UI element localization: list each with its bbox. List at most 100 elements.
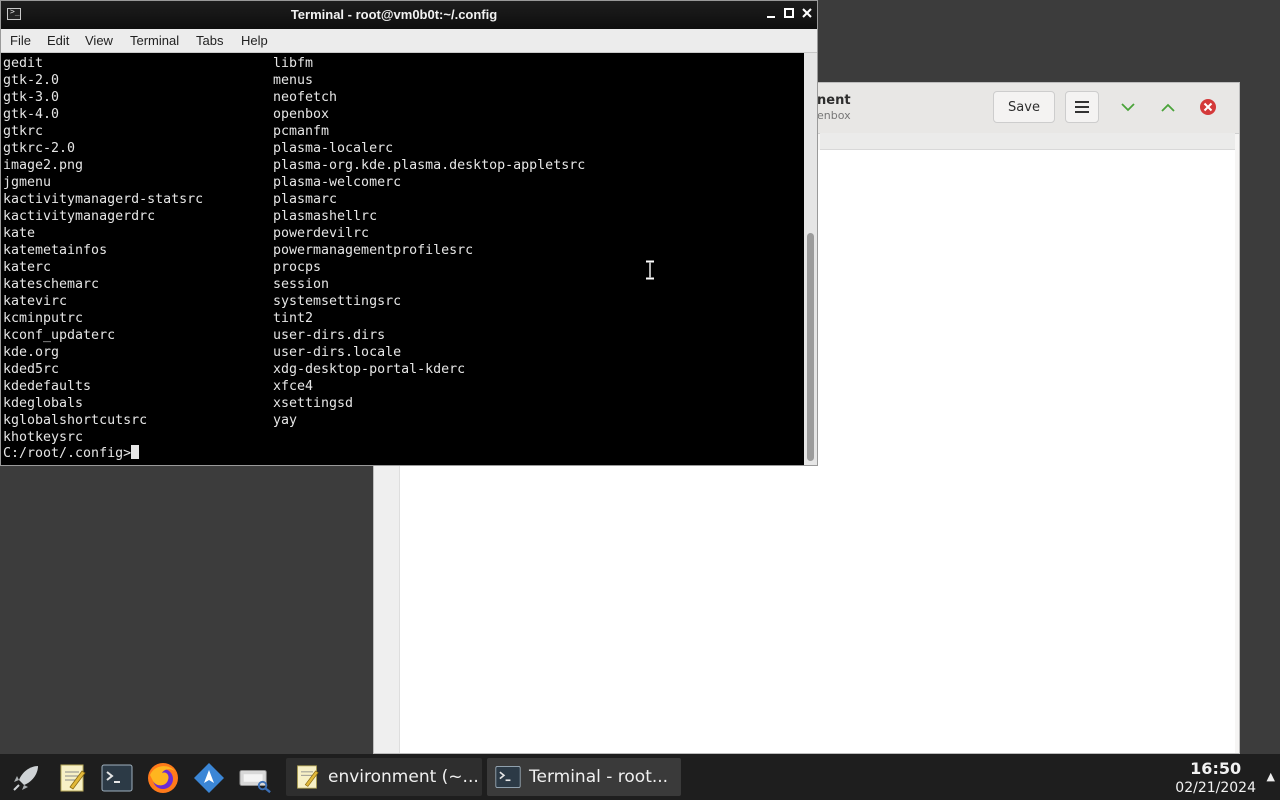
listing-entry: gtk-3.0 <box>3 90 60 105</box>
listing-entry: procps <box>273 260 322 275</box>
listing-entry: openbox <box>273 107 330 122</box>
menu-view[interactable]: View <box>85 33 113 48</box>
listing-entry: session <box>273 277 330 292</box>
software-icon <box>194 763 224 793</box>
terminal-output[interactable]: gedit gtk-2.0 gtk-3.0 gtk-4.0 gtkrc gtkrc-2.0… <box>1 53 804 465</box>
listing-entry: kcminputrc <box>3 311 84 326</box>
listing-column-1: gedit gtk-2.0 gtk-3.0 gtk-4.0 gtkrc gtkrc-2.0… <box>3 55 203 446</box>
text-editor-launcher[interactable] <box>55 761 89 795</box>
listing-entry: xfce4 <box>273 379 314 394</box>
close-icon <box>802 8 812 18</box>
terminal-titlebar[interactable]: >_ Terminal - root@vm0b0t:~/.config <box>1 1 817 29</box>
listing-entry: neofetch <box>273 90 338 105</box>
taskbar-task-environment[interactable]: environment (~... <box>286 758 482 796</box>
terminal-window[interactable]: >_ Terminal - root@vm0b0t:~/.config File… <box>0 0 818 466</box>
gedit-close-button[interactable] <box>1199 98 1217 116</box>
hamburger-icon <box>1075 101 1089 113</box>
listing-entry: gedit <box>3 56 44 71</box>
listing-entry: plasma-org.kde.plasma.desktop-appletsrc <box>273 158 586 173</box>
listing-entry: libfm <box>273 56 314 71</box>
listing-entry: katerc <box>3 260 52 275</box>
text-cursor <box>131 445 140 459</box>
maximize-button[interactable] <box>782 7 796 21</box>
save-button[interactable]: Save <box>993 91 1055 123</box>
listing-entry: khotkeysrc <box>3 430 84 445</box>
screenshot-launcher[interactable] <box>238 761 272 795</box>
software-launcher[interactable] <box>192 761 226 795</box>
scrollbar-thumb[interactable] <box>807 233 814 461</box>
listing-entry: gtkrc <box>3 124 44 139</box>
listing-entry: kactivitymanagerdrc <box>3 209 156 224</box>
tray-expand-icon[interactable]: ▲ <box>1267 770 1275 783</box>
rocket-icon <box>13 766 38 791</box>
search-next-button[interactable] <box>1118 97 1138 117</box>
listing-entry: xdg-desktop-portal-kderc <box>273 362 466 377</box>
text-editor-icon <box>297 765 319 789</box>
clock-date: 02/21/2024 <box>1175 780 1256 796</box>
listing-entry: gtk-2.0 <box>3 73 60 88</box>
taskbar: environment (~... Terminal - root... 16:… <box>0 754 1280 800</box>
listing-entry: plasma-welcomerc <box>273 175 402 190</box>
task-label: Terminal - root... <box>529 767 669 787</box>
command-prompt[interactable]: C:/root/.config> <box>3 445 140 462</box>
firefox-launcher[interactable] <box>146 761 180 795</box>
terminal-menubar: File Edit View Terminal Tabs Help <box>1 29 817 53</box>
listing-entry: kateschemarc <box>3 277 100 292</box>
listing-entry: kdedefaults <box>3 379 92 394</box>
listing-entry: kate <box>3 226 36 241</box>
prompt-text: C:/root/.config> <box>3 446 132 461</box>
task-label: environment (~... <box>328 767 479 787</box>
taskbar-task-terminal[interactable]: Terminal - root... <box>487 758 681 796</box>
terminal-icon <box>495 766 521 788</box>
maximize-icon <box>784 8 794 18</box>
clock-time: 16:50 <box>1190 759 1242 778</box>
listing-entry: yay <box>273 413 298 428</box>
close-icon <box>1200 99 1216 115</box>
listing-entry: user-dirs.locale <box>273 345 402 360</box>
listing-entry: powermanagementprofilesrc <box>273 243 474 258</box>
menu-help[interactable]: Help <box>241 33 268 48</box>
terminal-icon <box>101 764 133 792</box>
close-button[interactable] <box>800 7 814 21</box>
listing-entry: user-dirs.dirs <box>273 328 386 343</box>
chevron-down-icon <box>1121 102 1135 111</box>
listing-entry: plasmashellrc <box>273 209 378 224</box>
screenshot-icon <box>239 769 271 794</box>
chevron-up-icon <box>1161 103 1175 112</box>
terminal-launcher[interactable] <box>100 761 134 795</box>
search-prev-button[interactable] <box>1158 97 1178 117</box>
listing-entry: katevirc <box>3 294 68 309</box>
gedit-title: nent <box>817 93 851 108</box>
ibeam-cursor-icon <box>646 260 654 280</box>
listing-entry: kded5rc <box>3 362 60 377</box>
listing-entry: xsettingsd <box>273 396 354 411</box>
menu-file[interactable]: File <box>10 33 31 48</box>
app-menu-launcher[interactable] <box>9 761 43 795</box>
listing-entry: kconf_updaterc <box>3 328 116 343</box>
text-editor-icon <box>60 764 86 792</box>
listing-entry: kactivitymanagerd-statsrc <box>3 192 204 207</box>
menu-edit[interactable]: Edit <box>47 33 69 48</box>
hamburger-menu-button[interactable] <box>1065 91 1099 123</box>
listing-entry: tint2 <box>273 311 314 326</box>
listing-entry: jgmenu <box>3 175 52 190</box>
terminal-scrollbar[interactable] <box>804 53 817 465</box>
listing-entry: image2.png <box>3 158 84 173</box>
minimize-icon <box>767 16 775 18</box>
clock[interactable]: 16:50 02/21/2024 <box>1175 760 1256 798</box>
listing-entry: gtkrc-2.0 <box>3 141 76 156</box>
listing-entry: plasmarc <box>273 192 338 207</box>
listing-entry: kglobalshortcutsrc <box>3 413 148 428</box>
listing-entry: kde.org <box>3 345 60 360</box>
listing-entry: menus <box>273 73 314 88</box>
gedit-subtitle: enbox <box>817 109 851 122</box>
listing-entry: plasma-localerc <box>273 141 394 156</box>
listing-entry: pcmanfm <box>273 124 330 139</box>
menu-tabs[interactable]: Tabs <box>196 33 223 48</box>
listing-entry: kdeglobals <box>3 396 84 411</box>
minimize-button[interactable] <box>764 7 778 21</box>
menu-terminal[interactable]: Terminal <box>130 33 179 48</box>
window-title: Terminal - root@vm0b0t:~/.config <box>290 7 498 22</box>
listing-column-2: libfm menus neofetch openbox pcmanfm plasma-l… <box>273 55 585 429</box>
firefox-icon <box>148 763 178 793</box>
